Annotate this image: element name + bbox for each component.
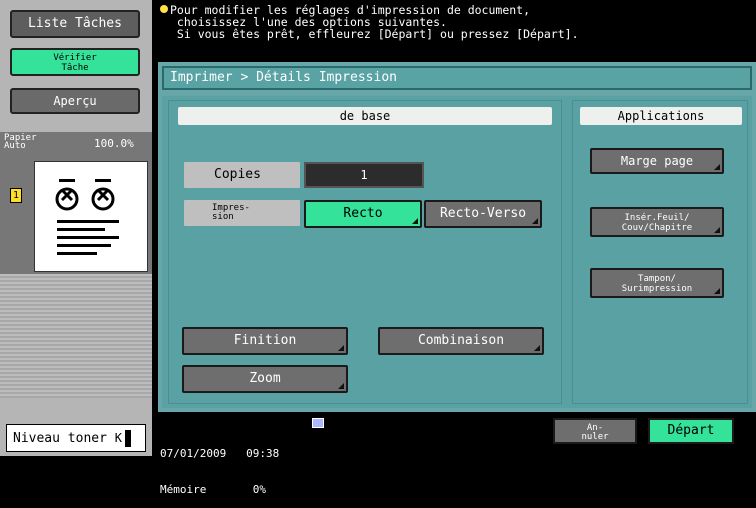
zoom-value: 100.0% — [94, 137, 134, 150]
network-icon — [312, 418, 324, 428]
combinaison-button[interactable]: Combinaison — [378, 327, 544, 355]
apercu-button[interactable]: Aperçu — [10, 88, 140, 114]
marge-page-button[interactable]: Marge page — [590, 148, 724, 174]
breadcrumb: Imprimer > Détails Impression — [162, 66, 752, 90]
instruction-message: Pour modifier les réglages d'impression … — [170, 3, 579, 41]
toner-bar — [125, 430, 131, 447]
tab-de-base[interactable]: de base — [178, 107, 552, 125]
toner-level: Niveau toner K — [6, 424, 146, 452]
copies-label: Copies — [184, 162, 300, 188]
sidebar-spacer — [0, 274, 152, 398]
zoom-button[interactable]: Zoom — [182, 365, 348, 393]
impression-label: Impres- sion — [184, 200, 300, 226]
depart-button[interactable]: Départ — [648, 418, 734, 444]
recto-verso-button[interactable]: Recto-Verso — [424, 200, 542, 228]
toner-label: Niveau toner — [13, 431, 107, 446]
annuler-button[interactable]: An- nuler — [553, 418, 637, 444]
applications-panel — [572, 100, 748, 404]
document-preview-icon — [55, 179, 119, 255]
memoire: Mémoire 0% — [160, 483, 266, 496]
papier-label: Papier Auto — [4, 133, 37, 151]
inser-feuil-button[interactable]: Insér.Feuil/ Couv/Chapitre — [590, 207, 724, 237]
tampon-button[interactable]: Tampon/ Surimpression — [590, 268, 724, 298]
date-memoire: 07/01/2009 09:38 Mémoire 0% — [160, 424, 279, 508]
page-thumbnail — [34, 161, 148, 272]
date-time: 07/01/2009 09:38 — [160, 447, 280, 460]
toner-k-icon: K — [114, 431, 122, 445]
verifier-tache-button[interactable]: Vérifier Tâche — [10, 48, 140, 76]
recto-button[interactable]: Recto — [304, 200, 422, 228]
finition-button[interactable]: Finition — [182, 327, 348, 355]
base-panel — [168, 100, 562, 404]
liste-taches-button[interactable]: Liste Tâches — [10, 10, 140, 38]
tab-applications[interactable]: Applications — [580, 107, 742, 125]
copies-field[interactable]: 1 — [304, 162, 424, 188]
page-count-icon: 1 — [10, 188, 22, 203]
